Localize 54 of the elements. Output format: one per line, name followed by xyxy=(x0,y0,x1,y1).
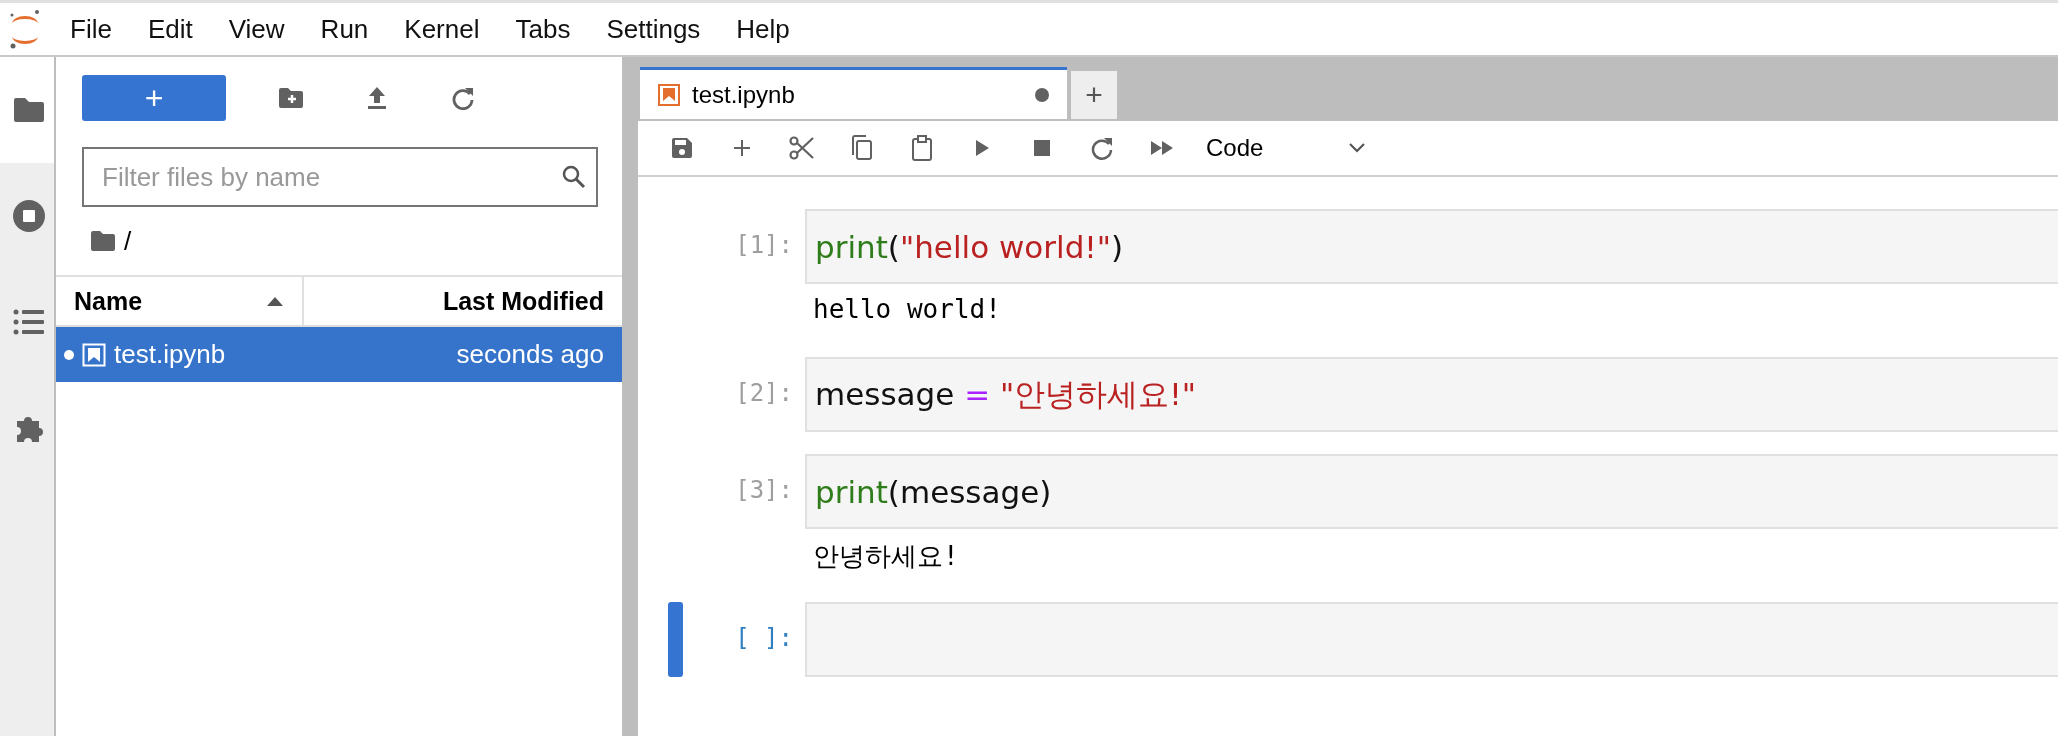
code-cell-input[interactable] xyxy=(805,602,2058,677)
menu-item[interactable]: Run xyxy=(302,7,387,51)
menu-item[interactable]: Settings xyxy=(588,7,719,51)
refresh-icon[interactable] xyxy=(1090,136,1114,160)
cell-prompt: [ ]: xyxy=(734,623,794,652)
copy-icon[interactable] xyxy=(851,135,873,161)
tab-label: test.ipynb xyxy=(692,80,796,109)
file-modified: seconds ago xyxy=(456,339,604,370)
cell-prompt: [1]: xyxy=(734,230,794,259)
new-button[interactable]: + xyxy=(82,75,226,121)
code-cell-input[interactable]: print("hello world!") xyxy=(805,209,2058,284)
save-icon[interactable] xyxy=(671,137,693,159)
unsaved-dot[interactable] xyxy=(1035,87,1049,102)
column-header[interactable]: Name xyxy=(74,286,143,316)
jupyter-logo xyxy=(8,8,42,50)
code-line: print("hello world!") xyxy=(815,228,1124,265)
stop-icon[interactable] xyxy=(11,199,46,233)
menu-item[interactable]: Kernel xyxy=(386,7,498,51)
plus-icon[interactable] xyxy=(732,138,752,158)
notebook-icon xyxy=(658,83,680,106)
chevron-icon xyxy=(1348,142,1366,154)
breadcrumb[interactable]: / xyxy=(124,225,132,257)
file-name: test.ipynb xyxy=(114,339,227,370)
fast-forward-icon[interactable] xyxy=(1150,140,1174,156)
cell-prompt: [2]: xyxy=(734,378,794,407)
code-cell-input[interactable]: print(message) xyxy=(805,454,2058,529)
menu-item[interactable]: View xyxy=(210,7,303,51)
folder-icon[interactable] xyxy=(90,230,116,252)
notebook-tab[interactable]: test.ipynb xyxy=(640,67,1067,119)
new-folder-icon[interactable] xyxy=(278,87,304,109)
menu-item[interactable]: Tabs xyxy=(497,7,589,51)
add-tab-button[interactable]: + xyxy=(1069,71,1117,119)
upload-icon[interactable] xyxy=(366,86,388,110)
play-icon[interactable] xyxy=(974,139,990,157)
search-icon xyxy=(562,165,586,189)
refresh-icon[interactable] xyxy=(451,86,475,110)
cell-output: hello world! xyxy=(812,293,1002,326)
cell-prompt: [3]: xyxy=(734,475,794,504)
menu-item[interactable]: File xyxy=(52,7,130,51)
list-icon[interactable] xyxy=(12,309,45,335)
cell-type-dropdown[interactable]: Code xyxy=(1202,134,1370,162)
cell-output: 안녕하세요! xyxy=(812,540,960,573)
search-field[interactable]: Filter files by name xyxy=(82,147,598,207)
menu-item[interactable]: Edit xyxy=(129,7,211,51)
menu-item[interactable]: Help xyxy=(718,7,808,51)
folder-icon[interactable] xyxy=(11,96,46,124)
clipboard-icon[interactable] xyxy=(911,135,933,161)
sort-icon[interactable] xyxy=(266,295,284,307)
code-line: print(message) xyxy=(815,473,1052,510)
code-line: message = "안녕하세요!" xyxy=(815,374,1196,414)
scissors-icon[interactable] xyxy=(789,135,815,161)
code-cell-input[interactable]: message = "안녕하세요!" xyxy=(805,357,2058,432)
notebook-icon xyxy=(82,342,106,367)
column-header[interactable]: Last Modified xyxy=(304,277,622,325)
